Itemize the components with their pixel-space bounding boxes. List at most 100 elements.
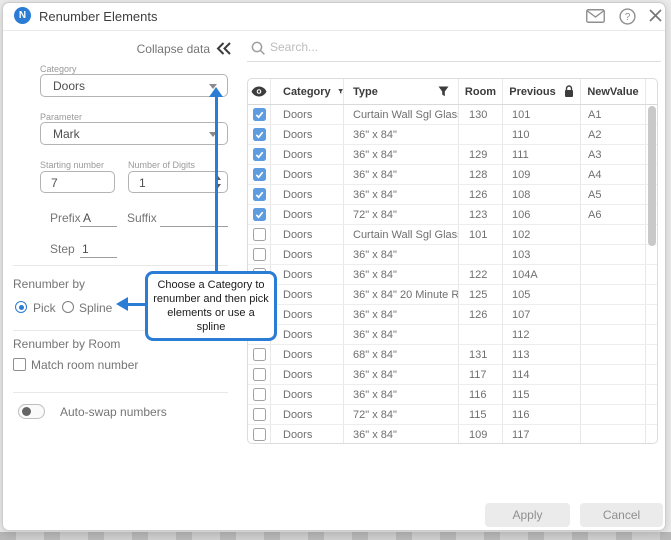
close-icon[interactable] bbox=[648, 8, 663, 28]
row-checkbox[interactable] bbox=[253, 408, 266, 421]
search-underline bbox=[247, 61, 661, 62]
cell-category: Doors bbox=[271, 385, 344, 404]
row-checkbox[interactable] bbox=[253, 428, 266, 441]
cell-category: Doors bbox=[271, 405, 344, 424]
row-checkbox[interactable] bbox=[253, 248, 266, 261]
callout-arrow-line-horizontal bbox=[128, 303, 146, 306]
table-header: Category Type Room Previous bbox=[248, 79, 657, 105]
search-input[interactable] bbox=[268, 38, 468, 56]
cell-type: Curtain Wall Sgl Glass bbox=[344, 225, 459, 244]
newvalue-header-label: NewValue bbox=[587, 86, 638, 98]
row-checkbox[interactable] bbox=[253, 168, 266, 181]
table-row[interactable]: Doors36" x 84" 20 Minute Rated125105 bbox=[248, 285, 657, 305]
scrollbar-thumb[interactable] bbox=[648, 106, 656, 246]
table-row[interactable]: Doors72" x 84"115116 bbox=[248, 405, 657, 425]
cell-room: 123 bbox=[459, 205, 503, 224]
collapse-data-label[interactable]: Collapse data bbox=[120, 42, 210, 56]
auto-swap-toggle[interactable] bbox=[18, 404, 45, 419]
row-checkbox[interactable] bbox=[253, 208, 266, 221]
table-row[interactable]: Doors36" x 84"109117 bbox=[248, 425, 657, 444]
table-row[interactable]: Doors36" x 84"129111A3 bbox=[248, 145, 657, 165]
cell-new_value bbox=[581, 365, 646, 384]
cell-room: 117 bbox=[459, 365, 503, 384]
category-column-header[interactable]: Category bbox=[271, 79, 344, 104]
prefix-value[interactable]: A bbox=[83, 211, 91, 225]
filter-icon bbox=[438, 86, 449, 97]
callout-tooltip: Choose a Category to renumber and then p… bbox=[145, 271, 277, 341]
cell-room: 131 bbox=[459, 345, 503, 364]
previous-column-header[interactable]: Previous bbox=[503, 79, 581, 104]
suffix-label: Suffix bbox=[127, 211, 157, 225]
number-of-digits-value: 1 bbox=[139, 176, 146, 190]
cell-type: 36" x 84" 20 Minute Rated bbox=[344, 285, 459, 304]
category-dropdown[interactable]: Doors bbox=[40, 74, 228, 97]
collapse-chevrons-icon[interactable] bbox=[215, 41, 232, 61]
help-icon[interactable]: ? bbox=[619, 8, 636, 30]
row-checkbox[interactable] bbox=[253, 228, 266, 241]
cell-previous: 117 bbox=[503, 425, 581, 444]
radio-pick[interactable] bbox=[15, 301, 27, 313]
cell-category: Doors bbox=[271, 185, 344, 204]
cell-room: 101 bbox=[459, 225, 503, 244]
newvalue-column-header[interactable]: NewValue bbox=[581, 79, 646, 104]
elements-table: Category Type Room Previous bbox=[247, 78, 658, 444]
cell-room: 130 bbox=[459, 105, 503, 124]
row-checkbox[interactable] bbox=[253, 388, 266, 401]
divider bbox=[13, 265, 228, 266]
cell-room: 129 bbox=[459, 145, 503, 164]
cancel-button[interactable]: Cancel bbox=[580, 503, 663, 527]
row-checkbox[interactable] bbox=[253, 348, 266, 361]
step-value[interactable]: 1 bbox=[82, 242, 89, 256]
type-header-label: Type bbox=[353, 86, 378, 98]
callout-arrow-line-vertical bbox=[215, 96, 218, 271]
row-checkbox[interactable] bbox=[253, 128, 266, 141]
row-checkbox[interactable] bbox=[253, 188, 266, 201]
table-row[interactable]: Doors36" x 84"117114 bbox=[248, 365, 657, 385]
cell-category: Doors bbox=[271, 345, 344, 364]
cell-category: Doors bbox=[271, 105, 344, 124]
parameter-label: Parameter bbox=[40, 112, 82, 122]
table-row[interactable]: DoorsCurtain Wall Sgl Glass130101A1 bbox=[248, 105, 657, 125]
table-row[interactable]: Doors36" x 84"103 bbox=[248, 245, 657, 265]
row-checkbox[interactable] bbox=[253, 368, 266, 381]
starting-number-field[interactable]: 7 bbox=[40, 171, 115, 193]
cell-type: 72" x 84" bbox=[344, 405, 459, 424]
cell-room: 116 bbox=[459, 385, 503, 404]
table-row[interactable]: Doors36" x 84"110A2 bbox=[248, 125, 657, 145]
starting-number-label: Starting number bbox=[40, 160, 104, 170]
table-row[interactable]: Doors36" x 84"128109A4 bbox=[248, 165, 657, 185]
radio-spline[interactable] bbox=[62, 301, 74, 313]
divider bbox=[13, 392, 228, 393]
table-row[interactable]: Doors36" x 84"122104A bbox=[248, 265, 657, 285]
table-row[interactable]: Doors72" x 84"123106A6 bbox=[248, 205, 657, 225]
type-column-header[interactable]: Type bbox=[344, 79, 459, 104]
cell-type: 36" x 84" bbox=[344, 265, 459, 284]
cell-room bbox=[459, 125, 503, 144]
row-checkbox[interactable] bbox=[253, 148, 266, 161]
callout-arrowhead-left bbox=[116, 297, 128, 311]
cell-new_value bbox=[581, 305, 646, 324]
table-row[interactable]: DoorsCurtain Wall Sgl Glass101102 bbox=[248, 225, 657, 245]
number-of-digits-field[interactable]: 1 bbox=[128, 171, 228, 193]
cell-previous: 113 bbox=[503, 345, 581, 364]
cell-type: 68" x 84" bbox=[344, 345, 459, 364]
table-row[interactable]: Doors68" x 84"131113 bbox=[248, 345, 657, 365]
apply-button[interactable]: Apply bbox=[485, 503, 570, 527]
visibility-column-header[interactable] bbox=[248, 79, 271, 104]
dialog-title: Renumber Elements bbox=[39, 9, 158, 24]
match-room-number-checkbox[interactable] bbox=[13, 358, 26, 371]
cell-previous: 112 bbox=[503, 325, 581, 344]
table-row[interactable]: Doors36" x 84"126107 bbox=[248, 305, 657, 325]
room-column-header[interactable]: Room bbox=[459, 79, 503, 104]
table-row[interactable]: Doors36" x 84"126108A5 bbox=[248, 185, 657, 205]
cell-category: Doors bbox=[271, 265, 344, 284]
mail-icon[interactable] bbox=[586, 9, 605, 28]
search-icon bbox=[251, 41, 266, 61]
table-row[interactable]: Doors36" x 84"116115 bbox=[248, 385, 657, 405]
parameter-dropdown[interactable]: Mark bbox=[40, 122, 228, 145]
table-row[interactable]: Doors36" x 84"112 bbox=[248, 325, 657, 345]
cell-new_value: A5 bbox=[581, 185, 646, 204]
cell-type: Curtain Wall Sgl Glass bbox=[344, 105, 459, 124]
row-checkbox[interactable] bbox=[253, 108, 266, 121]
cell-previous: 109 bbox=[503, 165, 581, 184]
